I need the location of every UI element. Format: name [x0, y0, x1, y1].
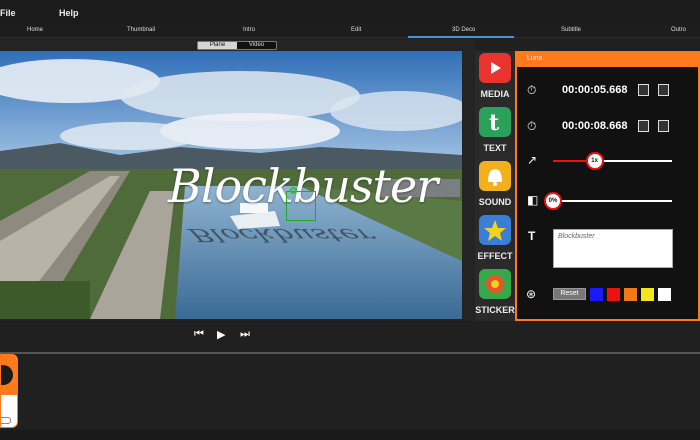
mode-plane-button[interactable]: Plane: [198, 42, 237, 49]
tool-sound[interactable]: SOUND: [475, 159, 515, 213]
tool-sticker[interactable]: STICKER: [475, 267, 515, 321]
paste-start-icon[interactable]: [658, 84, 669, 96]
start-time[interactable]: 00:00:05.668: [562, 84, 627, 96]
opacity-slider-track[interactable]: [553, 200, 672, 202]
tab-home[interactable]: Home: [27, 27, 43, 33]
opacity-slider-knob[interactable]: 0%: [544, 192, 562, 210]
swatch-blue[interactable]: [590, 288, 603, 301]
timeline-clip[interactable]: [0, 354, 18, 428]
video-frame[interactable]: Blockbuster Blockbuster: [0, 51, 462, 319]
tab-intro[interactable]: Intro: [243, 27, 255, 33]
swatch-yellow[interactable]: [641, 288, 654, 301]
bell-sound-icon: [479, 161, 511, 191]
tool-strip: MEDIA t TEXT SOUND EFFECT STICKER: [475, 51, 515, 321]
preview-viewport: Plane Video Blockbuster Blockbuster: [0, 39, 475, 321]
svg-text:t: t: [489, 110, 500, 136]
active-tab-indicator: [408, 36, 514, 38]
bottom-bar: [0, 430, 700, 440]
menu-bar: File Help: [0, 0, 700, 24]
speed-icon: ↗: [527, 153, 538, 167]
overlay-text-reflection: Blockbuster: [183, 224, 380, 245]
speed-slider-knob[interactable]: 1x: [585, 152, 604, 170]
tab-outro[interactable]: Outro: [671, 27, 686, 33]
paste-end-icon[interactable]: [658, 120, 669, 132]
tool-text[interactable]: t TEXT: [475, 105, 515, 159]
end-time[interactable]: 00:00:08.668: [562, 120, 627, 132]
menu-file[interactable]: File: [0, 8, 16, 18]
selection-box[interactable]: [286, 191, 316, 221]
menu-help[interactable]: Help: [59, 8, 79, 18]
tool-text-label: TEXT: [483, 143, 507, 153]
start-timer-icon: ⏱: [527, 83, 537, 97]
tab-bar: Home Thumbnail Intro Edit 3D Deco Subtit…: [0, 24, 700, 38]
skip-forward-icon[interactable]: ⏭: [240, 328, 250, 341]
tool-sound-label: SOUND: [478, 197, 512, 207]
reset-color-button[interactable]: Reset: [553, 288, 586, 300]
end-timer-icon: ⏱: [527, 119, 537, 133]
color-icon: ⊛: [526, 287, 537, 301]
rotate-handle[interactable]: [290, 187, 297, 194]
opacity-icon: ◧: [527, 193, 539, 207]
tool-media-label: MEDIA: [480, 89, 510, 99]
swatch-orange[interactable]: [624, 288, 637, 301]
text-icon: T: [528, 229, 536, 243]
panel-title: Luna: [527, 55, 543, 62]
tab-thumbnail[interactable]: Thumbnail: [127, 27, 155, 33]
swatch-red[interactable]: [607, 288, 620, 301]
star-effect-icon: [479, 215, 511, 245]
timeline[interactable]: [0, 354, 700, 430]
tab-subtitle[interactable]: Subtitle: [561, 27, 581, 33]
copy-end-icon[interactable]: [638, 120, 649, 132]
app-window: File Help Home Thumbnail Intro Edit 3D D…: [0, 0, 700, 440]
tab-3d-deco[interactable]: 3D Deco: [452, 27, 475, 33]
text-input[interactable]: Blockbuster: [553, 229, 673, 268]
mode-video-button[interactable]: Video: [237, 42, 276, 49]
clip-toggle[interactable]: [1, 417, 11, 424]
copy-start-icon[interactable]: [638, 84, 649, 96]
skip-back-icon[interactable]: ⏮: [194, 328, 204, 341]
sticker-icon: [479, 269, 511, 299]
mode-toggle[interactable]: Plane Video: [197, 41, 277, 50]
tool-sticker-label: STICKER: [475, 305, 515, 315]
swatch-white[interactable]: [658, 288, 671, 301]
play-icon[interactable]: ▶: [217, 328, 225, 341]
tool-effect[interactable]: EFFECT: [475, 213, 515, 267]
tool-media[interactable]: MEDIA: [475, 51, 515, 105]
tool-effect-label: EFFECT: [477, 251, 513, 261]
youtube-media-icon: [479, 53, 511, 83]
tab-edit[interactable]: Edit: [351, 27, 361, 33]
text-t-icon: t: [479, 107, 511, 137]
